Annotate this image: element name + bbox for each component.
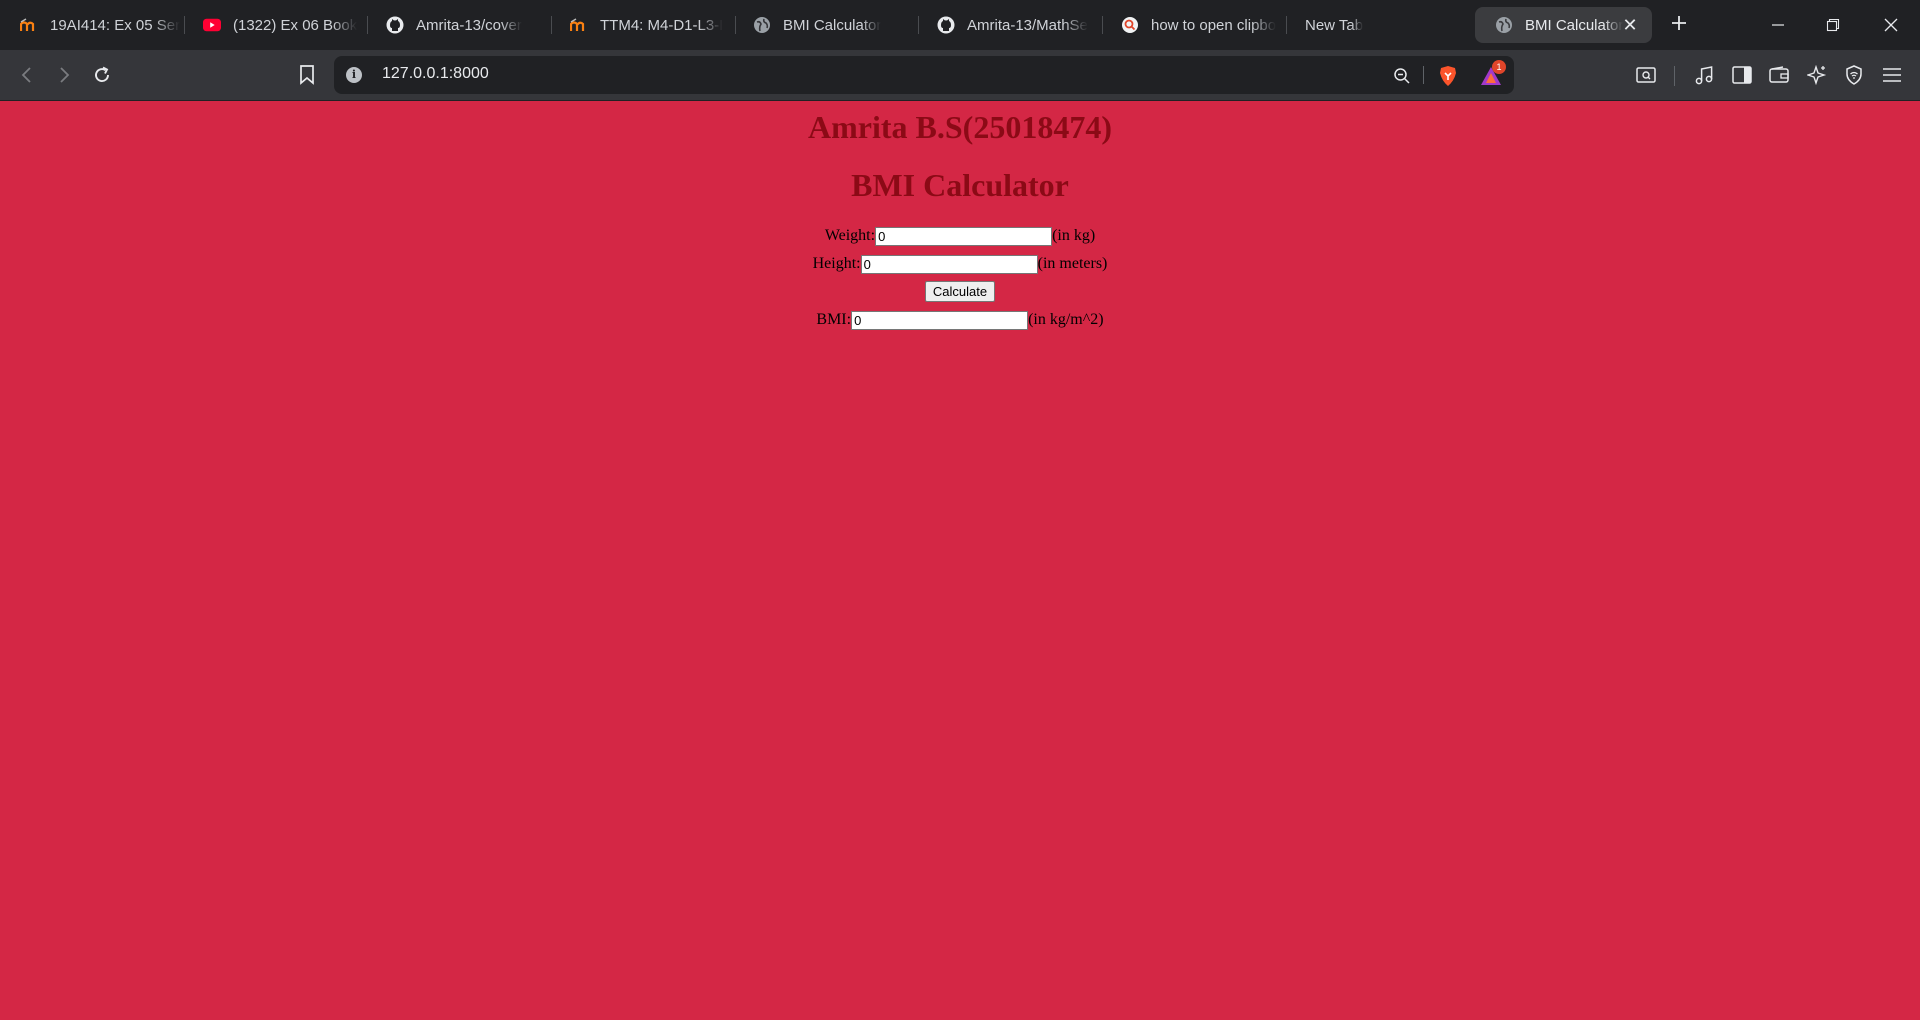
page-body: Amrita B.S(25018474) BMI Calculator Weig… xyxy=(0,101,1920,1020)
tab-github-cover[interactable]: Amrita-13/cover xyxy=(366,7,549,43)
weight-label: Weight: xyxy=(824,227,876,244)
weight-row: Weight: (in kg) xyxy=(0,225,1920,247)
close-window-button[interactable] xyxy=(1876,10,1906,40)
weight-unit: (in kg) xyxy=(1052,227,1096,244)
browser-toolbar: i 127.0.0.1:8000 1 xyxy=(0,50,1920,101)
restore-button[interactable] xyxy=(1818,10,1848,40)
brave-rewards-icon[interactable]: 1 xyxy=(1480,60,1506,87)
tab-bmi-calculator[interactable]: BMI Calculator xyxy=(733,7,916,43)
forward-button[interactable] xyxy=(51,62,77,88)
close-tab-icon[interactable]: ✕ xyxy=(1620,15,1640,35)
wallet-icon[interactable] xyxy=(1767,63,1791,87)
screenshot-search-icon[interactable] xyxy=(1634,63,1658,87)
page-title: BMI Calculator xyxy=(851,167,1069,203)
tab-title: Amrita-13/MathSe xyxy=(967,16,1088,34)
tab-title: how to open clipbo xyxy=(1151,16,1277,34)
tab-github-mathse[interactable]: Amrita-13/MathSe xyxy=(917,7,1100,43)
vpn-shield-icon[interactable] xyxy=(1842,63,1866,87)
bmi-label: BMI: xyxy=(816,311,852,328)
address-bar[interactable]: i 127.0.0.1:8000 1 xyxy=(334,56,1514,94)
tab-strip: 19AI414: Ex 05 Ser (1322) Ex 06 Book Amr… xyxy=(0,0,1920,50)
bmi-output[interactable] xyxy=(851,310,1029,330)
omnibox-divider xyxy=(1423,66,1424,84)
bmi-unit: (in kg/m^2) xyxy=(1028,311,1104,328)
tab-title: TTM4: M4-D1-L3-I xyxy=(600,16,724,34)
tab-title: Amrita-13/cover xyxy=(416,16,522,34)
leo-ai-icon[interactable] xyxy=(1805,63,1829,87)
github-icon xyxy=(386,16,404,34)
tab-search[interactable]: how to open clipbo xyxy=(1101,7,1284,43)
youtube-icon xyxy=(203,16,221,34)
tab-19ai414[interactable]: 19AI414: Ex 05 Ser xyxy=(0,7,183,43)
arrow-left-icon xyxy=(21,67,31,83)
reload-button[interactable] xyxy=(89,62,115,88)
media-music-icon[interactable] xyxy=(1692,63,1716,87)
bookmark-button[interactable] xyxy=(294,62,320,88)
brave-shields-icon[interactable] xyxy=(1437,65,1459,87)
height-label: Height: xyxy=(812,255,861,272)
minimize-icon xyxy=(1772,24,1784,26)
close-icon xyxy=(1884,18,1898,32)
height-unit: (in meters) xyxy=(1037,255,1108,272)
new-tab-button[interactable] xyxy=(1666,12,1692,38)
tab-title: BMI Calculator xyxy=(783,16,882,34)
arrow-right-icon xyxy=(60,67,70,83)
tab-new-tab[interactable]: New Tab xyxy=(1285,7,1468,43)
calculate-button[interactable]: Calculate xyxy=(924,281,996,302)
restore-icon xyxy=(1826,18,1840,32)
minimize-button[interactable] xyxy=(1763,10,1793,40)
toolbar-divider xyxy=(1674,66,1675,86)
site-info-icon[interactable]: i xyxy=(346,67,362,83)
globe-icon xyxy=(753,16,771,34)
menu-icon[interactable] xyxy=(1880,63,1904,87)
tab-title: 19AI414: Ex 05 Ser xyxy=(50,16,181,34)
sidebar-icon[interactable] xyxy=(1730,63,1754,87)
plus-icon xyxy=(1672,16,1686,30)
tab-youtube[interactable]: (1322) Ex 06 Book xyxy=(183,7,366,43)
author-heading: Amrita B.S(25018474) xyxy=(808,109,1112,145)
weight-input[interactable] xyxy=(875,226,1053,246)
reload-icon xyxy=(95,66,109,82)
bmi-row: BMI: (in kg/m^2) xyxy=(0,309,1920,331)
tab-title: New Tab xyxy=(1305,16,1364,34)
tab-title: (1322) Ex 06 Book xyxy=(233,16,358,34)
calculate-row: Calculate xyxy=(0,281,1920,303)
rewards-badge: 1 xyxy=(1492,60,1506,74)
tab-bmi-calculator-active[interactable]: BMI Calculator ✕ xyxy=(1475,7,1652,43)
moodle-icon xyxy=(570,16,588,34)
height-input[interactable] xyxy=(860,254,1038,274)
height-row: Height: (in meters) xyxy=(0,253,1920,275)
address-url[interactable]: 127.0.0.1:8000 xyxy=(382,65,489,83)
tab-title: BMI Calculator xyxy=(1525,16,1624,34)
moodle-icon xyxy=(20,16,38,34)
github-icon xyxy=(937,16,955,34)
bookmark-icon xyxy=(300,65,314,85)
tab-ttm4[interactable]: TTM4: M4-D1-L3-I xyxy=(550,7,733,43)
search-icon xyxy=(1121,16,1139,34)
back-button[interactable] xyxy=(14,62,40,88)
zoom-out-icon[interactable] xyxy=(1391,65,1413,87)
globe-icon xyxy=(1495,16,1513,34)
